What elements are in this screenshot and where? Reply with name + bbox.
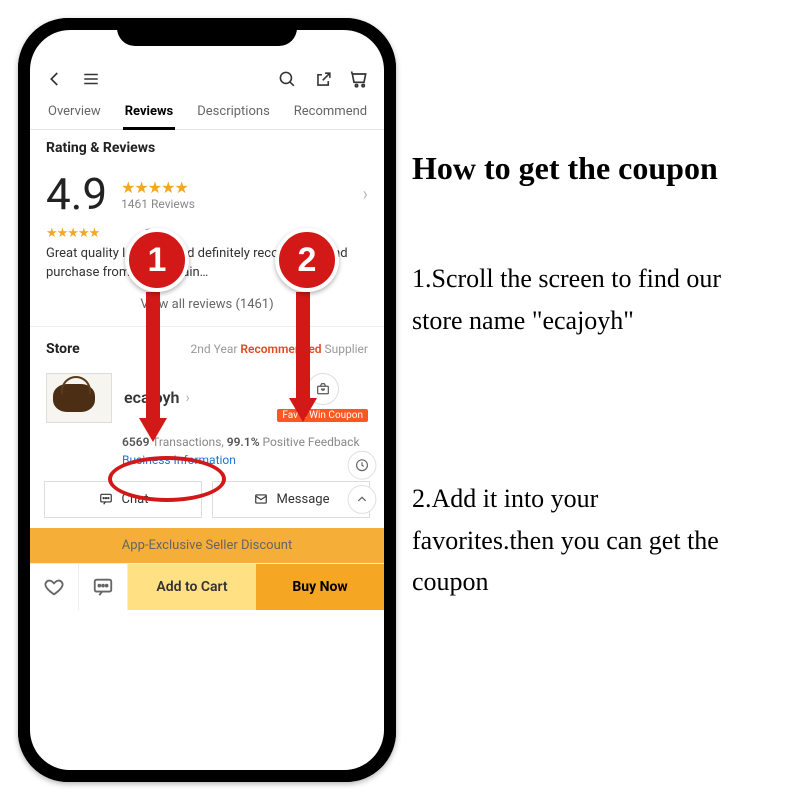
share-icon[interactable] xyxy=(312,68,334,90)
instructions-step-1: 1.Scroll the screen to find our store na… xyxy=(412,258,742,341)
store-badge: 2nd Year Recommended Supplier xyxy=(191,342,368,356)
store-stats: 6569 Transactions, 99.1% Positive Feedba… xyxy=(30,429,384,451)
tab-recommend[interactable]: Recommend xyxy=(282,96,379,129)
rating-summary[interactable]: 4.9 ★★★★★ 1461 Reviews › xyxy=(30,162,384,218)
menu-icon[interactable] xyxy=(80,68,102,90)
top-bar xyxy=(30,60,384,96)
tab-overview[interactable]: Overview xyxy=(36,96,113,129)
rating-count: 1461 Reviews xyxy=(121,197,195,211)
search-icon[interactable] xyxy=(276,68,298,90)
buy-now-button[interactable]: Buy Now xyxy=(256,564,384,610)
wishlist-icon[interactable] xyxy=(30,564,79,610)
store-product-thumb xyxy=(46,373,112,423)
cart-icon[interactable] xyxy=(348,68,370,90)
history-icon[interactable] xyxy=(348,450,377,479)
instructions-title: How to get the coupon xyxy=(412,150,782,187)
discount-banner[interactable]: App-Exclusive Seller Discount xyxy=(30,528,384,563)
chevron-right-icon: › xyxy=(363,184,368,205)
store-heading: Store xyxy=(46,341,80,357)
review-stars: ★★★★★ xyxy=(46,226,99,241)
rating-score: 4.9 xyxy=(46,172,107,216)
bottom-bar: Add to Cart Buy Now xyxy=(30,563,384,610)
message-button[interactable]: Message xyxy=(212,481,370,518)
tabs: Overview Reviews Descriptions Recommend xyxy=(30,96,384,130)
phone-frame: Overview Reviews Descriptions Recommend … xyxy=(18,18,396,782)
annotation-badge-1: 1 xyxy=(125,228,189,292)
floating-buttons xyxy=(348,450,377,518)
tab-descriptions[interactable]: Descriptions xyxy=(185,96,282,129)
chat-icon[interactable] xyxy=(79,564,128,610)
view-all-reviews[interactable]: View all reviews (1461) xyxy=(30,289,384,326)
rating-stars: ★★★★★ xyxy=(121,178,195,197)
tab-reviews[interactable]: Reviews xyxy=(113,96,186,129)
rating-heading: Rating & Reviews xyxy=(46,140,368,156)
annotation-badge-2: 2 xyxy=(275,228,339,292)
store-row[interactable]: ecajoyh› Fav & Win Coupon xyxy=(30,363,384,429)
instructions-step-2: 2.Add it into your favorites.then you ca… xyxy=(412,478,742,603)
phone-notch xyxy=(117,18,297,46)
annotation-ring-store xyxy=(108,456,226,502)
phone-screen: Overview Reviews Descriptions Recommend … xyxy=(30,30,384,770)
back-icon[interactable] xyxy=(44,68,66,90)
scroll-top-icon[interactable] xyxy=(348,485,377,514)
add-to-cart-button[interactable]: Add to Cart xyxy=(128,564,256,610)
chevron-right-icon: › xyxy=(185,390,189,406)
